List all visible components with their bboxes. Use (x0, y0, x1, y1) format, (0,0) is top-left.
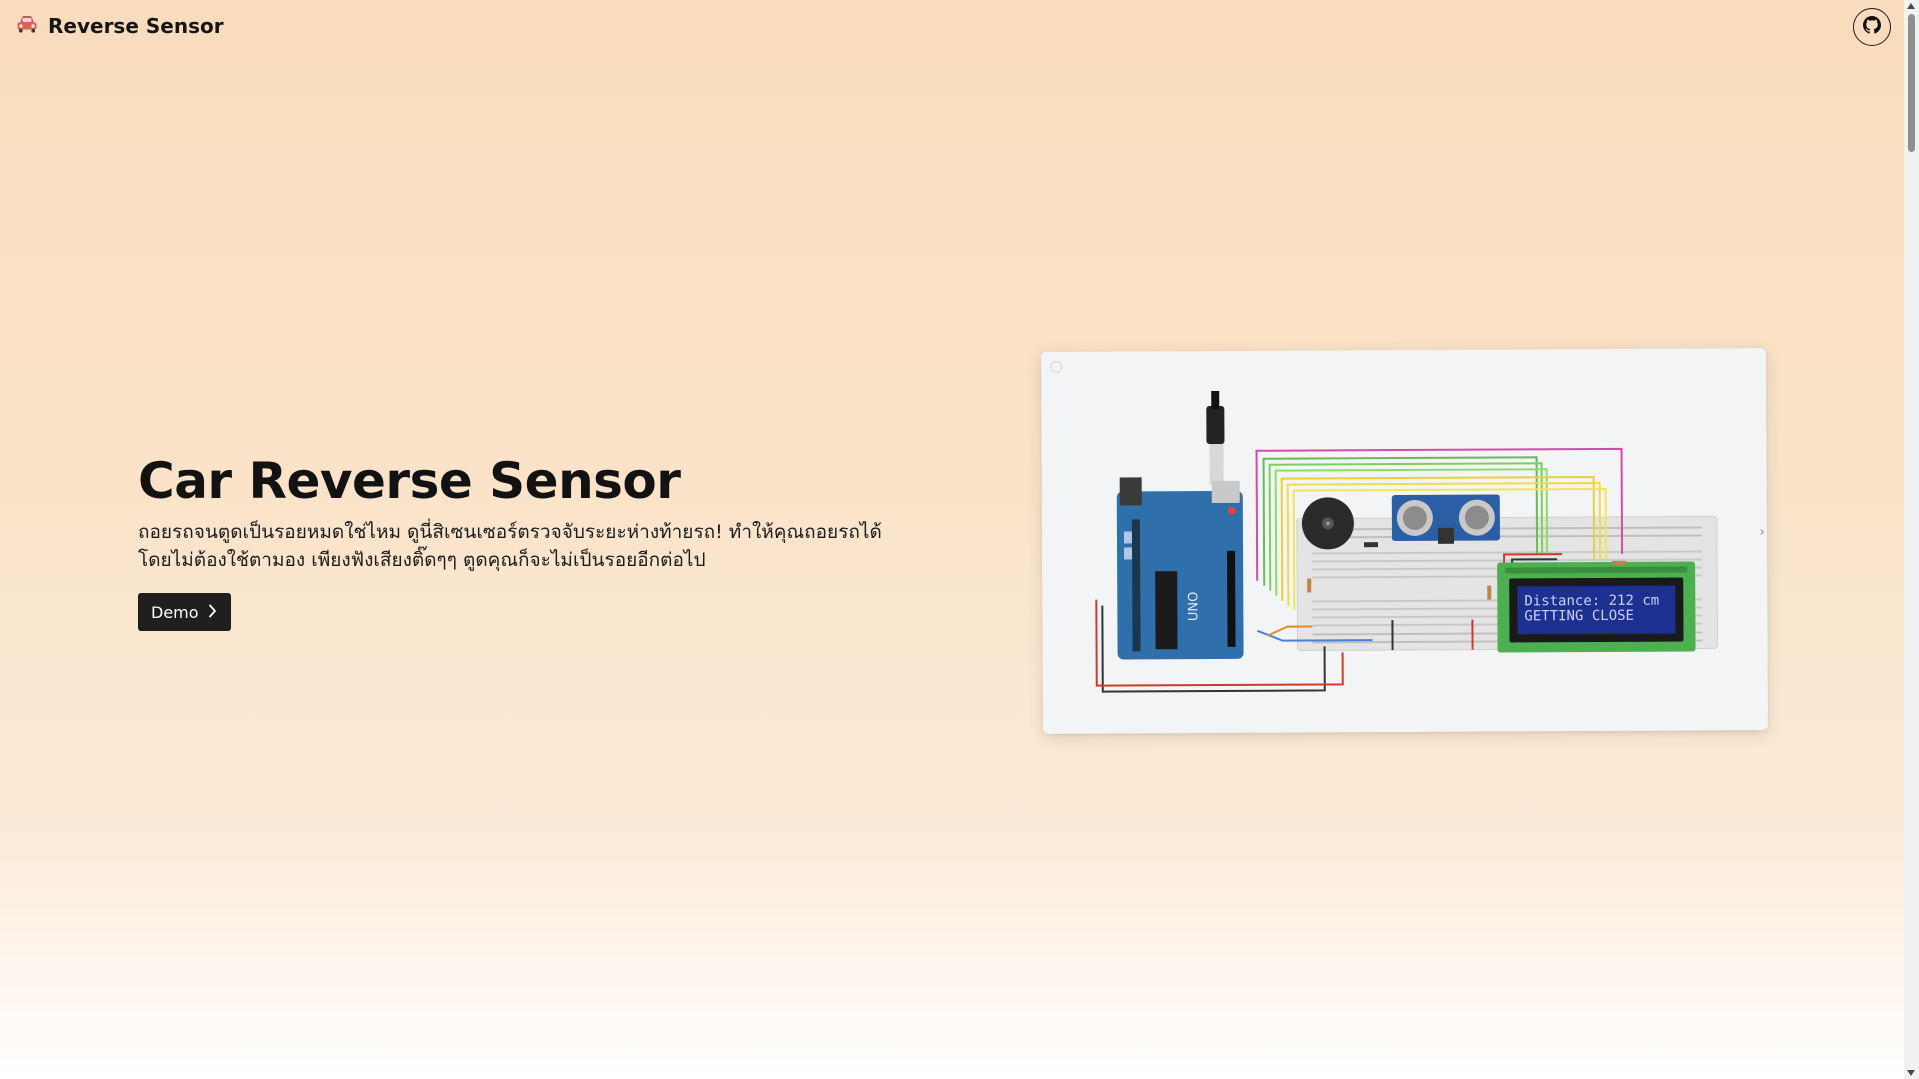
scroll-thumb[interactable] (1908, 14, 1915, 152)
brand[interactable]: Reverse Sensor (16, 14, 224, 38)
brand-name: Reverse Sensor (48, 14, 224, 38)
card-handle-icon (1050, 360, 1063, 373)
arduino-board: UNO (1116, 390, 1244, 660)
hero-section: Car Reverse Sensor ถอยรถจนตูดเป็นรอยหมดใ… (138, 450, 898, 631)
svg-text:Distance: 212 cm: Distance: 212 cm (1524, 593, 1659, 610)
chevron-right-small-icon: › (1759, 524, 1766, 541)
github-button[interactable] (1853, 8, 1891, 46)
chevron-right-icon (208, 603, 217, 622)
demo-button-label: Demo (151, 602, 199, 622)
circuit-diagram: UNO Distance: 212 cm GETTING CLOSE (1095, 390, 1719, 693)
scroll-up-arrow-icon[interactable] (1907, 3, 1915, 9)
hero-description-line2: โดยไม่ต้องใช้ตามอง เพียงฟังเสียงติ๊ดๆๆ ต… (138, 549, 706, 571)
svg-text:GETTING CLOSE: GETTING CLOSE (1524, 608, 1634, 625)
hero-title: Car Reverse Sensor (138, 452, 681, 510)
hero-description-line1: ถอยรถจนตูดเป็นรอยหมดใช่ไหม ดูนี่สิเซนเซอ… (138, 521, 882, 543)
lcd-display: Distance: 212 cm GETTING CLOSE (1497, 561, 1696, 653)
navbar: Reverse Sensor (0, 0, 1904, 56)
svg-text:UNO: UNO (1186, 592, 1201, 622)
scrollbar[interactable] (1904, 0, 1919, 1079)
circuit-preview-card[interactable]: › UNO Distance: 212 cm GETTING CLOSE (1041, 348, 1768, 734)
github-icon (1863, 16, 1881, 38)
demo-button[interactable]: Demo (138, 593, 231, 631)
car-icon (16, 14, 38, 38)
hero-description: ถอยรถจนตูดเป็นรอยหมดใช่ไหม ดูนี่สิเซนเซอ… (138, 518, 898, 574)
scroll-down-arrow-icon[interactable] (1907, 1070, 1915, 1076)
